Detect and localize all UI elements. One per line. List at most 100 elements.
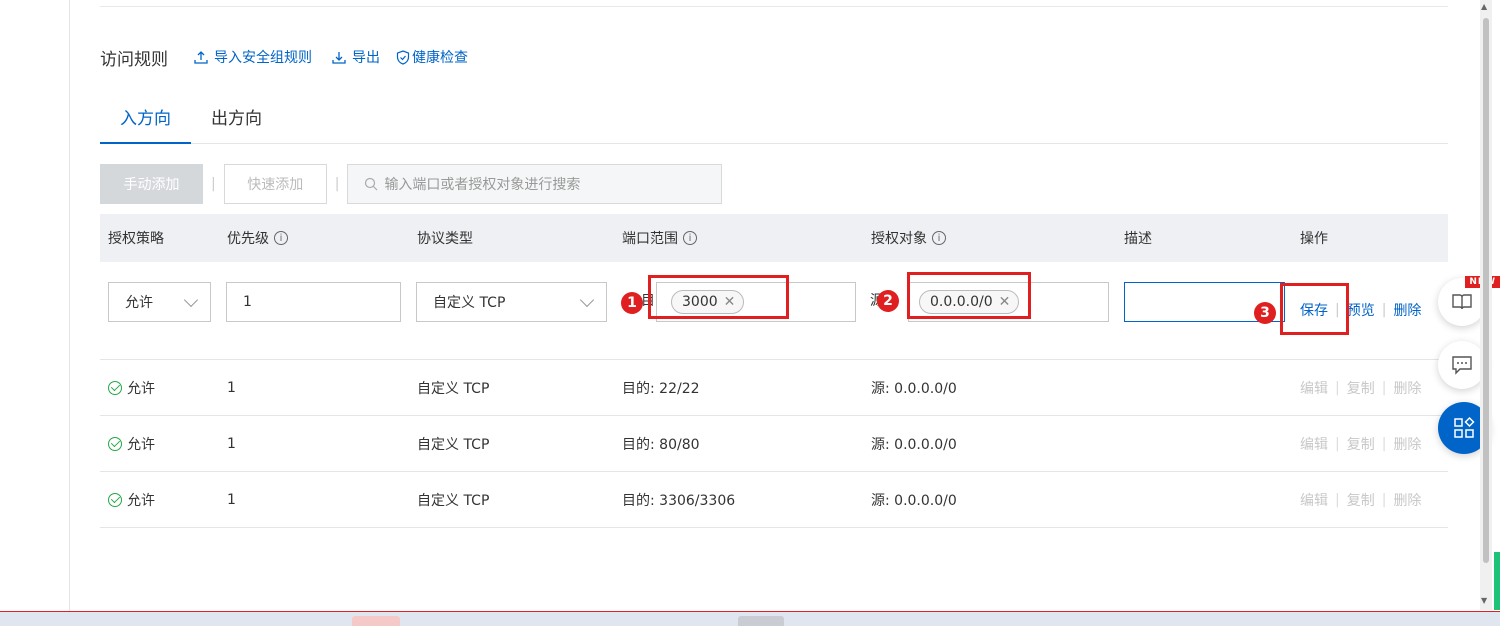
policy-select[interactable]: 允许 — [108, 282, 211, 322]
side-indicator — [1494, 552, 1500, 610]
copy-button[interactable]: 复制 — [1347, 378, 1375, 398]
search-input[interactable]: 输入端口或者授权对象进行搜索 — [347, 164, 723, 204]
header-actions: 操作 — [1300, 214, 1328, 262]
action-separator: | — [1335, 491, 1340, 508]
priority-input[interactable]: 1 — [226, 282, 401, 322]
delete-button[interactable]: 删除 — [1393, 434, 1421, 454]
scroll-up-icon[interactable]: ▲ — [1481, 2, 1487, 11]
port-cell: 目的: 22/22 — [622, 380, 700, 397]
action-separator: | — [1381, 302, 1387, 318]
scrollbar-thumb[interactable] — [1483, 18, 1489, 563]
rules-table: 授权策略 优先级 i 协议类型 端口范围 i 授权对象 i 描述 操作 允许 1 自定… — [100, 214, 1448, 528]
tab-outbound[interactable]: 出方向 — [191, 96, 282, 144]
header-priority: 优先级 i — [227, 214, 288, 262]
table-row: 允许 1 自定义 TCP 目的: 22/22 源: 0.0.0.0/0 编辑 | … — [100, 360, 1448, 416]
policy-value: 允许 — [125, 295, 153, 311]
table-row: 允许 1 自定义 TCP 目的: 3306/3306 源: 0.0.0.0/0 … — [100, 472, 1448, 528]
book-icon — [1452, 294, 1472, 310]
policy-cell: 允许 — [108, 416, 155, 471]
health-check-label: 健康检查 — [412, 50, 468, 66]
header-label: 优先级 — [227, 231, 269, 247]
protocol-cell: 自定义 TCP — [417, 436, 490, 453]
check-circle-icon — [108, 436, 122, 451]
row-actions: 编辑 | 复制 | 删除 — [1300, 360, 1421, 415]
header-label: 描述 — [1124, 231, 1152, 247]
header-label: 操作 — [1300, 231, 1328, 247]
port-cell: 目的: 80/80 — [622, 436, 700, 453]
source-cell: 源: 0.0.0.0/0 — [871, 436, 957, 453]
action-separator: | — [1335, 379, 1340, 396]
priority-cell: 1 — [227, 491, 236, 508]
vertical-scrollbar[interactable]: ▲ ▼ — [1480, 0, 1492, 610]
export-label: 导出 — [352, 50, 380, 66]
preview-button[interactable]: 预览 — [1347, 300, 1375, 320]
policy-cell: 允许 — [108, 360, 155, 415]
action-separator: | — [1381, 379, 1387, 396]
rules-toolbar: 手动添加 | 快速添加 | 输入端口或者授权对象进行搜索 — [100, 164, 723, 204]
import-rules-link[interactable]: 导入安全组规则 — [194, 47, 312, 67]
delete-button[interactable]: 删除 — [1393, 378, 1421, 398]
header-label: 协议类型 — [417, 231, 473, 247]
chevron-down-icon — [183, 292, 199, 308]
table-row: 允许 1 自定义 TCP 目的: 80/80 源: 0.0.0.0/0 编辑 | … — [100, 416, 1448, 472]
info-icon[interactable]: i — [683, 231, 697, 245]
highlight-box-port — [648, 275, 789, 319]
info-icon[interactable]: i — [274, 231, 288, 245]
header-auth-object: 授权对象 i — [871, 214, 946, 262]
protocol-select[interactable]: 自定义 TCP — [416, 282, 607, 322]
health-check-link[interactable]: 健康检查 — [396, 47, 468, 67]
protocol-cell: 自定义 TCP — [417, 492, 490, 509]
scroll-down-icon[interactable]: ▼ — [1481, 596, 1487, 605]
taskbar-item[interactable] — [352, 616, 400, 626]
priority-value: 1 — [243, 294, 252, 310]
header-label: 授权策略 — [108, 231, 164, 247]
import-rules-label: 导入安全组规则 — [214, 50, 312, 66]
action-separator: | — [1381, 491, 1387, 508]
quick-add-button[interactable]: 快速添加 — [223, 164, 327, 204]
manual-add-button[interactable]: 手动添加 — [100, 164, 203, 204]
chevron-down-icon — [579, 292, 595, 308]
priority-cell: 1 — [227, 435, 236, 452]
annotation-badge-3: 3 — [1254, 302, 1276, 324]
protocol-value: 自定义 TCP — [433, 295, 506, 311]
source-cell: 源: 0.0.0.0/0 — [871, 380, 957, 397]
policy-text: 允许 — [127, 436, 155, 453]
row-actions: 编辑 | 复制 | 删除 — [1300, 472, 1421, 527]
check-circle-icon — [108, 492, 122, 507]
chat-float-button[interactable] — [1438, 341, 1486, 389]
shield-check-icon — [396, 49, 410, 65]
download-icon — [332, 52, 346, 64]
search-placeholder: 输入端口或者授权对象进行搜索 — [384, 177, 581, 193]
taskbar-item[interactable] — [738, 616, 784, 626]
toolbar-separator: | — [211, 176, 216, 192]
export-link[interactable]: 导出 — [332, 47, 380, 67]
table-header: 授权策略 优先级 i 协议类型 端口范围 i 授权对象 i 描述 操作 — [100, 214, 1448, 262]
delete-button[interactable]: 删除 — [1393, 490, 1421, 510]
port-cell: 目的: 3306/3306 — [622, 492, 736, 509]
chat-icon — [1452, 356, 1472, 375]
protocol-cell: 自定义 TCP — [417, 380, 490, 397]
highlight-box-source — [907, 272, 1031, 319]
left-rail — [0, 0, 70, 612]
action-separator: | — [1381, 435, 1387, 452]
copy-button[interactable]: 复制 — [1347, 490, 1375, 510]
priority-cell: 1 — [227, 379, 236, 396]
edit-button[interactable]: 编辑 — [1300, 490, 1328, 510]
highlight-box-save — [1280, 283, 1349, 335]
grid-apps-icon — [1454, 416, 1475, 438]
policy-text: 允许 — [127, 380, 155, 397]
copy-button[interactable]: 复制 — [1347, 434, 1375, 454]
header-port-range: 端口范围 i — [622, 214, 697, 262]
header-protocol: 协议类型 — [417, 214, 473, 262]
info-icon[interactable]: i — [932, 231, 946, 245]
edit-button[interactable]: 编辑 — [1300, 434, 1328, 454]
search-icon — [365, 177, 378, 191]
header-label: 授权对象 — [871, 231, 927, 247]
delete-button[interactable]: 删除 — [1393, 300, 1421, 320]
tab-inbound[interactable]: 入方向 — [100, 96, 191, 144]
source-cell: 源: 0.0.0.0/0 — [871, 492, 957, 509]
row-actions: 编辑 | 复制 | 删除 — [1300, 416, 1421, 471]
section-title: 访问规则 — [100, 49, 168, 70]
policy-cell: 允许 — [108, 472, 155, 527]
edit-button[interactable]: 编辑 — [1300, 378, 1328, 398]
